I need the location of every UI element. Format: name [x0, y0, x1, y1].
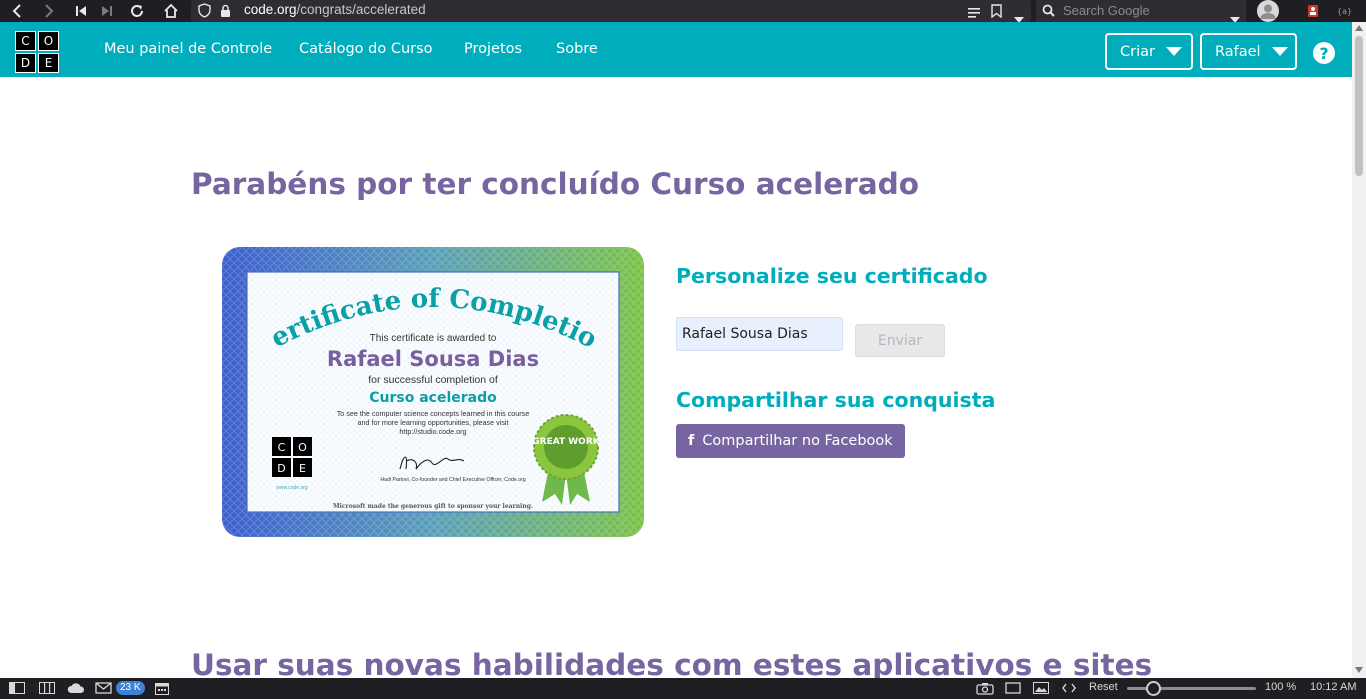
browser-toolbar: code.org/congrats/accelerated Search Goo…	[0, 0, 1366, 23]
address-bar[interactable]: code.org/congrats/accelerated	[191, 0, 1031, 23]
logo-letter-d: D	[15, 53, 36, 73]
image-icon[interactable]	[1032, 681, 1050, 695]
capture-icon[interactable]	[976, 681, 994, 695]
logo-letter-o: O	[38, 31, 59, 51]
search-box[interactable]: Search Google	[1036, 0, 1246, 23]
share-heading: Compartilhar sua conquista	[676, 388, 996, 412]
share-facebook-button[interactable]: f Compartilhar no Facebook	[676, 424, 905, 458]
user-name-label: Rafael	[1215, 43, 1261, 60]
cloud-sync-icon[interactable]	[67, 681, 85, 695]
share-facebook-label: Compartilhar no Facebook	[702, 433, 893, 449]
rewind-icon[interactable]	[70, 1, 92, 21]
certificate-body-line1: To see the computer science concepts lea…	[337, 409, 530, 418]
reader-mode-icon[interactable]	[968, 4, 981, 23]
help-icon[interactable]: ?	[1313, 42, 1335, 64]
svg-text:GREAT WORK: GREAT WORK	[532, 437, 601, 447]
certificate-body-line3: http://studio.code.org	[399, 427, 466, 436]
url-path: /congrats/accelerated	[296, 2, 426, 17]
nav-projects[interactable]: Projetos	[464, 41, 522, 57]
help-glyph: ?	[1319, 43, 1329, 63]
code-logo[interactable]: C O D E	[15, 31, 59, 73]
nav-course-catalog[interactable]: Catálogo do Curso	[299, 41, 433, 57]
profile-avatar-icon[interactable]	[1255, 0, 1280, 22]
search-placeholder: Search Google	[1063, 3, 1150, 18]
scroll-down-icon[interactable]	[1355, 667, 1363, 673]
zoom-slider-knob[interactable]	[1146, 681, 1161, 696]
caret-down-icon	[1165, 47, 1182, 56]
user-menu-button[interactable]: Rafael	[1200, 33, 1297, 70]
zoom-reset-button[interactable]: Reset	[1089, 681, 1118, 693]
extension-icon[interactable]	[1302, 1, 1324, 21]
certificate-footer: Microsoft made the generous gift to spon…	[333, 503, 533, 510]
lock-icon	[220, 3, 231, 22]
caret-down-icon	[1271, 47, 1288, 56]
shield-icon[interactable]	[198, 3, 211, 22]
certificate-for-text: for successful completion of	[368, 374, 498, 386]
logo-letter-e: E	[38, 53, 59, 73]
forward-icon[interactable]	[38, 1, 60, 21]
code-brackets-icon[interactable]	[1061, 681, 1077, 695]
mail-count-badge: 23 K	[116, 681, 145, 695]
tab-tiling-icon[interactable]	[39, 681, 55, 695]
nav-dashboard[interactable]: Meu painel de Controle	[104, 41, 272, 57]
certificate-name-input[interactable]	[676, 317, 843, 351]
zoom-level: 100 %	[1265, 681, 1297, 693]
search-icon	[1042, 3, 1058, 22]
submit-button[interactable]: Enviar	[855, 324, 945, 357]
logo-letter-c: C	[15, 31, 36, 51]
extension-a-icon[interactable]: {a}	[1333, 1, 1355, 21]
calendar-icon[interactable]	[154, 681, 170, 695]
panel-toggle-icon[interactable]	[9, 681, 25, 695]
customize-heading: Personalize seu certificado	[676, 264, 988, 288]
svg-text:D: D	[277, 462, 285, 475]
page-title: Parabéns por ter concluído Curso acelera…	[191, 167, 920, 201]
window-icon[interactable]	[1004, 681, 1022, 695]
fast-forward-icon[interactable]	[96, 1, 118, 21]
apps-section-title: Usar suas novas habilidades com estes ap…	[191, 648, 1153, 682]
create-dropdown-button[interactable]: Criar	[1105, 33, 1193, 70]
back-icon[interactable]	[6, 1, 28, 21]
create-label: Criar	[1120, 43, 1155, 60]
url-text[interactable]: code.org/congrats/accelerated	[244, 2, 426, 17]
certificate-body-line2: and for more learning opportunities, ple…	[357, 418, 508, 427]
facebook-icon: f	[688, 433, 695, 449]
svg-text:C: C	[278, 441, 286, 454]
svg-text:O: O	[298, 441, 307, 454]
svg-text:E: E	[299, 462, 306, 475]
certificate-awarded-text: This certificate is awarded to	[370, 333, 497, 344]
site-header: C O D E Meu painel de Controle Catálogo …	[0, 22, 1352, 77]
certificate-image: Certificate of Completion This certifica…	[212, 224, 644, 537]
status-bar: 23 K Reset 100 % 10:12 AM	[0, 678, 1366, 699]
bookmark-icon[interactable]	[991, 3, 1002, 22]
mail-icon[interactable]	[95, 681, 113, 695]
url-host: code.org	[244, 2, 297, 17]
certificate-recipient-name: Rafael Sousa Dias	[327, 347, 539, 371]
home-icon[interactable]	[160, 1, 182, 21]
nav-about[interactable]: Sobre	[556, 41, 598, 57]
svg-text:www.code.org: www.code.org	[276, 485, 308, 491]
scroll-thumb[interactable]	[1355, 36, 1363, 176]
reload-icon[interactable]	[126, 1, 148, 21]
page-scrollbar[interactable]	[1352, 22, 1366, 678]
certificate-course-name: Curso acelerado	[369, 390, 497, 406]
svg-text:{a}: {a}	[1337, 7, 1352, 16]
clock: 10:12 AM	[1310, 681, 1357, 693]
scroll-up-icon[interactable]	[1355, 25, 1363, 31]
certificate-signer: Hadi Partovi, Co-founder and Chief Execu…	[380, 477, 525, 483]
